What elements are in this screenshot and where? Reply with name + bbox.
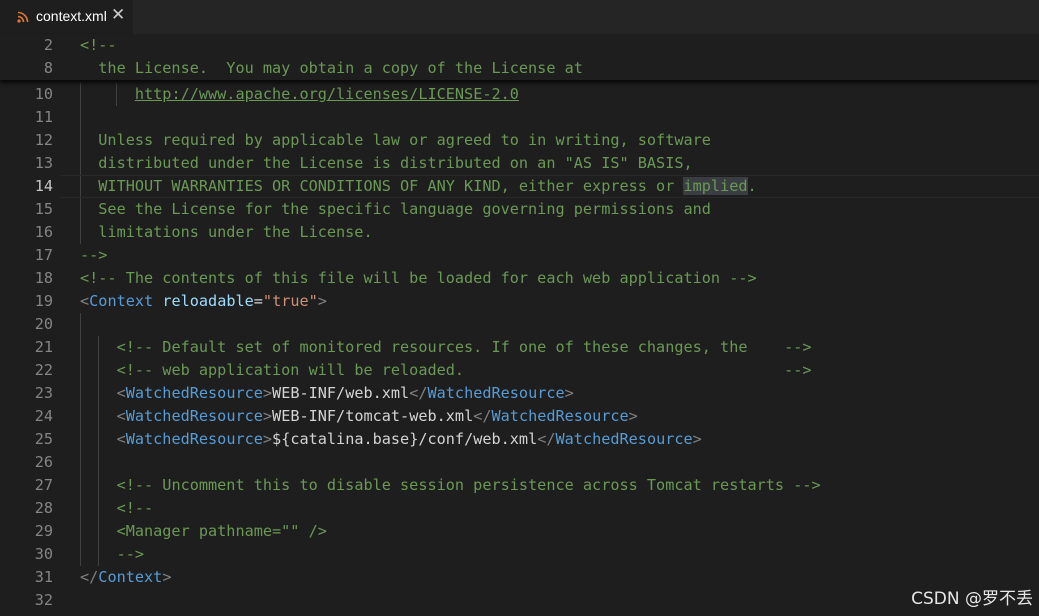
code-text: WITHOUT WARRANTIES OR CONDITIONS OF ANY … <box>80 177 757 195</box>
sticky-line[interactable]: 2 <!-- <box>0 34 1039 57</box>
line-number: 32 <box>34 591 53 609</box>
code-text: <Manager pathname="" /> <box>80 522 327 540</box>
line-number: 14 <box>34 177 53 195</box>
code-line[interactable]: 25 <WatchedResource>${catalina.base}/con… <box>0 428 1039 451</box>
line-number: 15 <box>34 200 53 218</box>
line-number: 24 <box>34 407 53 425</box>
sticky-line[interactable]: 8 the License. You may obtain a copy of … <box>0 57 1039 80</box>
line-number: 13 <box>34 154 53 172</box>
code-line[interactable]: 31 </Context> <box>0 566 1039 589</box>
code-line[interactable]: 10 http://www.apache.org/licenses/LICENS… <box>0 83 1039 106</box>
line-number: 22 <box>34 361 53 379</box>
code-line[interactable]: 15 See the License for the specific lang… <box>0 198 1039 221</box>
line-number: 19 <box>34 292 53 310</box>
code-line[interactable]: 14 WITHOUT WARRANTIES OR CONDITIONS OF A… <box>0 175 1039 198</box>
line-number: 16 <box>34 223 53 241</box>
code-line[interactable]: 21 <!-- Default set of monitored resourc… <box>0 336 1039 359</box>
code-line[interactable]: 18 <!-- The contents of this file will be… <box>0 267 1039 290</box>
code-text: <WatchedResource>WEB-INF/web.xml</Watche… <box>116 384 574 402</box>
line-number: 2 <box>43 36 53 54</box>
code-line[interactable]: 13 distributed under the License is dist… <box>0 152 1039 175</box>
code-text: --> <box>80 545 145 563</box>
code-line[interactable]: 11 <box>0 106 1039 129</box>
line-number: 21 <box>34 338 53 356</box>
code-line[interactable]: 26 <box>0 451 1039 474</box>
code-line[interactable]: 16 limitations under the License. <box>0 221 1039 244</box>
code-text: --> <box>80 246 108 264</box>
code-line[interactable]: 30 --> <box>0 543 1039 566</box>
code-text: <!-- <box>80 36 117 54</box>
line-number: 25 <box>34 430 53 448</box>
code-line[interactable]: 23 <WatchedResource>WEB-INF/web.xml</Wat… <box>0 382 1039 405</box>
code-editor[interactable]: 10 http://www.apache.org/licenses/LICENS… <box>0 0 1039 616</box>
line-number: 8 <box>43 59 53 77</box>
code-line[interactable]: 12 Unless required by applicable law or … <box>0 129 1039 152</box>
watermark: CSDN @罗不丢 <box>911 589 1033 609</box>
line-number: 28 <box>34 499 53 517</box>
line-number: 20 <box>34 315 53 333</box>
line-number: 23 <box>34 384 53 402</box>
code-text: <!-- Default set of monitored resources.… <box>116 338 812 356</box>
code-text: distributed under the License is distrib… <box>80 154 693 172</box>
line-number: 10 <box>34 85 53 103</box>
line-number: 26 <box>34 453 53 471</box>
code-text: <Context reloadable="true"> <box>80 292 327 310</box>
code-line[interactable]: 27 <!-- Uncomment this to disable sessio… <box>0 474 1039 497</box>
line-number: 27 <box>34 476 53 494</box>
code-line[interactable]: 29 <Manager pathname="" /> <box>0 520 1039 543</box>
code-text: <!-- Uncomment this to disable session p… <box>116 476 821 494</box>
code-line[interactable]: 22 <!-- web application will be reloaded… <box>0 359 1039 382</box>
code-text: <!-- web application will be reloaded. -… <box>116 361 812 379</box>
code-text: <!-- The contents of this file will be l… <box>80 269 757 287</box>
line-number: 11 <box>34 108 53 126</box>
line-number: 17 <box>34 246 53 264</box>
code-text: limitations under the License. <box>80 223 373 241</box>
line-number: 29 <box>34 522 53 540</box>
line-number: 18 <box>34 269 53 287</box>
code-line[interactable]: 24 <WatchedResource>WEB-INF/tomcat-web.x… <box>0 405 1039 428</box>
code-text: <WatchedResource>${catalina.base}/conf/w… <box>116 430 702 448</box>
code-text: See the License for the specific languag… <box>80 200 711 218</box>
code-text: <WatchedResource>WEB-INF/tomcat-web.xml<… <box>116 407 638 425</box>
line-number: 30 <box>34 545 53 563</box>
code-line[interactable]: 20 <box>0 313 1039 336</box>
code-text: Unless required by applicable law or agr… <box>80 131 711 149</box>
line-number: 12 <box>34 131 53 149</box>
code-line[interactable]: 32 <box>0 589 1039 612</box>
code-line[interactable]: 28 <!-- <box>0 497 1039 520</box>
code-text: </Context> <box>80 568 172 586</box>
line-number: 31 <box>34 568 53 586</box>
code-line[interactable]: 17 --> <box>0 244 1039 267</box>
code-text: the License. You may obtain a copy of th… <box>80 59 583 77</box>
code-text: <!-- <box>80 499 154 517</box>
code-line[interactable]: 19 <Context reloadable="true"> <box>0 290 1039 313</box>
sticky-scroll-header[interactable]: 2 <!-- 8 the License. You may obtain a cop… <box>0 34 1039 80</box>
code-text: http://www.apache.org/licenses/LICENSE-2… <box>134 85 519 103</box>
